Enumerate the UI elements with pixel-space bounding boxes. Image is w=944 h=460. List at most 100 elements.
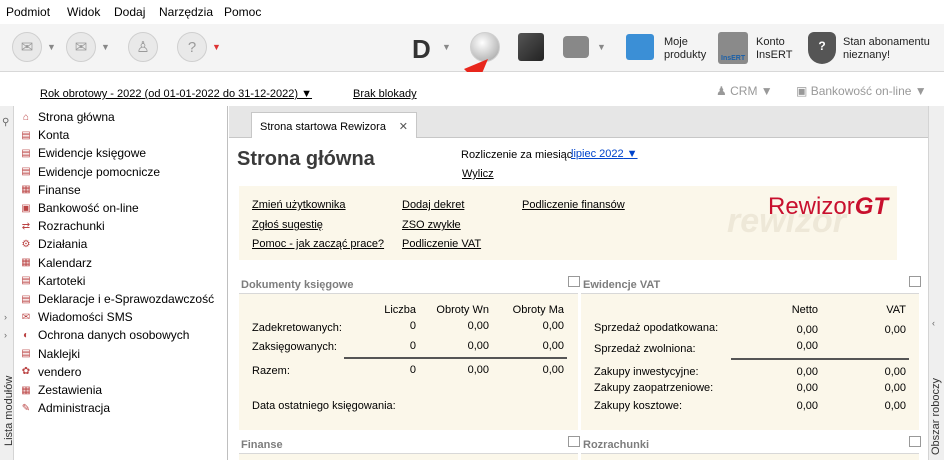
mail-icon[interactable]: ✉	[12, 32, 42, 62]
podliczenie-vat-link[interactable]: Podliczenie VAT	[402, 238, 481, 250]
stamp-icon[interactable]: ♙	[128, 32, 158, 62]
actions-icon: ⚙	[21, 238, 31, 250]
report-icon[interactable]	[568, 276, 580, 287]
sidebar-item-label: Naklejki	[38, 346, 81, 361]
logo-gt: GT	[854, 193, 889, 220]
sidebar-item[interactable]: ▦ Zestawienia	[19, 381, 102, 399]
zmien-uzytkownika-link[interactable]: Zmień użytkownika	[252, 199, 346, 211]
menu-narzedzia[interactable]: Narzędzia	[159, 5, 213, 19]
chevron-down-icon[interactable]: ▼	[212, 42, 221, 52]
sidebar-item[interactable]: ▤ Ewidencje księgowe	[19, 144, 146, 162]
sidebar-item-label: Finanse	[38, 182, 81, 197]
tab-strona-startowa[interactable]: Strona startowa Rewizora ✕	[251, 112, 417, 139]
menu-bar: Podmiot Widok Dodaj Narzędzia Pomoc	[0, 0, 944, 24]
chevron-down-icon[interactable]: ▼	[47, 42, 56, 52]
cell: 0,00	[796, 400, 818, 412]
row-label: Zakupy kosztowe:	[594, 400, 683, 412]
bank-online-button[interactable]: ▣ Bankowość on-line ▼	[796, 84, 927, 98]
menu-podmiot[interactable]: Podmiot	[6, 5, 50, 19]
insert-badge: InsERT	[721, 55, 746, 62]
settlements-icon: ⇄	[21, 220, 31, 232]
report-icon[interactable]	[909, 276, 921, 287]
box-icon[interactable]	[518, 33, 544, 61]
sidebar-item[interactable]: ▤ Ewidencje pomocnicze	[19, 163, 160, 181]
wylicz-link[interactable]: Wylicz	[462, 168, 494, 180]
aux-records-icon: ▤	[21, 166, 31, 178]
dodaj-dekret-link[interactable]: Dodaj dekret	[402, 199, 464, 211]
blokada-link[interactable]: Brak blokady	[353, 88, 417, 100]
chevron-left-icon[interactable]: ‹	[932, 318, 935, 328]
cell: 0,00	[884, 324, 906, 336]
sidebar-item[interactable]: ▤ Konta	[19, 126, 69, 144]
sidebar-item-label: Deklaracje i e-Sprawozdawczość	[38, 292, 215, 306]
menu-widok[interactable]: Widok	[67, 5, 100, 19]
sidebar-item-label: Bankowość on-line	[38, 201, 139, 215]
zso-zwykle-link[interactable]: ZSO zwykłe	[402, 219, 461, 231]
shield-icon[interactable]: ?	[808, 32, 836, 64]
sidebar-item-label: Ewidencje księgowe	[38, 146, 147, 161]
moje-produkty-label[interactable]: Moje produkty	[664, 36, 706, 62]
cell: 0	[409, 320, 416, 332]
row-label: Zaksięgowanych:	[252, 341, 337, 353]
mail-open-icon[interactable]: ✉	[66, 32, 96, 62]
sidebar-item-label: Działania	[38, 237, 88, 252]
podliczenie-finansow-link[interactable]: Podliczenie finansów	[522, 199, 625, 211]
abonament-label[interactable]: Stan abonamentu nieznany!	[843, 36, 930, 62]
chevron-down-icon[interactable]: ▼	[101, 42, 110, 52]
sidebar-item[interactable]: ▣ Bankowość on-line	[19, 199, 139, 217]
products-icon[interactable]	[626, 34, 654, 60]
menu-dodaj[interactable]: Dodaj	[114, 5, 145, 19]
sidebar-item-label: Kartoteki	[38, 273, 86, 288]
sidebar-item-label: vendero	[38, 364, 82, 379]
admin-icon: ✎	[21, 402, 31, 414]
close-icon[interactable]: ✕	[399, 120, 408, 133]
sidebar-item[interactable]: ✉ Wiadomości SMS	[19, 308, 133, 326]
rok-obrotowy-link[interactable]: Rok obrotowy - 2022 (od 01-01-2022 do 31…	[40, 88, 312, 100]
zglos-sugestie-link[interactable]: Zgłoś sugestię	[252, 219, 323, 231]
sidebar-item[interactable]: ✎ Administracja	[19, 399, 110, 417]
sidebar-item[interactable]: ▤ Naklejki	[19, 345, 80, 363]
miesiac-link[interactable]: lipiec 2022 ▼	[571, 148, 638, 160]
vendero-icon: ✿	[21, 366, 31, 378]
row-label: Sprzedaż zwolniona:	[594, 343, 696, 355]
sidebar-item[interactable]: ▦ Kalendarz	[19, 254, 92, 272]
pomoc-link[interactable]: Pomoc - jak zacząć prace?	[252, 238, 384, 250]
help-icon[interactable]: ?	[177, 32, 207, 62]
reports-icon: ▦	[21, 384, 31, 396]
sidebar-item[interactable]: ⌂ Strona główna	[19, 108, 115, 126]
sidebar-item[interactable]: ▤ Deklaracje i e-Sprawozdawczość	[19, 290, 214, 308]
sidebar-item[interactable]: ◐ Ochrona danych osobowych	[19, 326, 189, 344]
sidebar-item[interactable]: ▤ Kartoteki	[19, 272, 85, 290]
chevron-right-icon[interactable]: ›	[4, 330, 7, 340]
chevron-right-icon[interactable]: ›	[4, 312, 7, 322]
tab-strip: Strona startowa Rewizora ✕	[229, 106, 928, 139]
report-icon[interactable]	[909, 436, 921, 447]
accounts-icon: ▤	[21, 129, 31, 141]
home-icon: ⌂	[22, 111, 30, 123]
cell: 0,00	[884, 400, 906, 412]
sidebar-item[interactable]: ⚙ Działania	[19, 235, 88, 253]
menu-pomoc[interactable]: Pomoc	[224, 5, 261, 19]
dok-header: Dokumenty księgowe	[241, 279, 354, 291]
database-icon[interactable]	[563, 36, 589, 58]
main-content: Strona główna Rozliczenie za miesiąc lip…	[229, 138, 928, 460]
sidebar-item[interactable]: ✿ vendero	[19, 363, 82, 381]
sidebar-item-label: Ochrona danych osobowych	[38, 328, 190, 343]
sidebar-item-label: Administracja	[38, 401, 111, 416]
tab-label: Strona startowa Rewizora	[260, 121, 386, 133]
sidebar-item[interactable]: ▦ Finanse	[19, 181, 81, 199]
pin-icon[interactable]: ⚲	[2, 117, 9, 128]
konto-insert-label[interactable]: Konto InsERT	[756, 36, 792, 62]
row-label: Zadekretowanych:	[252, 322, 342, 334]
sidebar-item[interactable]: ⇄ Rozrachunki	[19, 217, 105, 235]
report-icon[interactable]	[568, 436, 580, 447]
person-icon: ♟	[716, 84, 727, 98]
sum-line	[731, 358, 909, 360]
crm-button[interactable]: ♟ CRM ▼	[716, 84, 773, 98]
chevron-down-icon[interactable]: ▼	[597, 42, 606, 52]
calendar-icon: ▦	[21, 257, 31, 269]
sidebar-item-label: Rozrachunki	[38, 219, 105, 234]
rewizor-logo: RewizorGT	[768, 193, 888, 221]
chevron-down-icon[interactable]: ▼	[442, 42, 451, 52]
cell: 0,00	[467, 364, 489, 376]
